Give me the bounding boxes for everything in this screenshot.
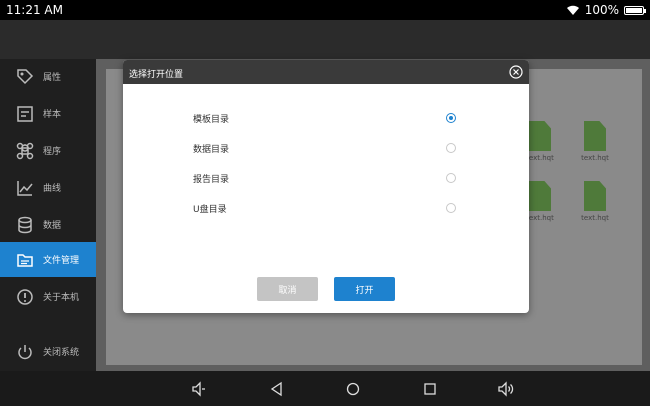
sidebar-item-file-management[interactable]: 文件管理 xyxy=(0,242,96,277)
sidebar-item-program[interactable]: 程序 xyxy=(0,133,96,168)
sidebar-item-label: 样本 xyxy=(43,110,62,120)
option-label: U盘目录 xyxy=(193,205,227,215)
option-template-dir[interactable]: 模板目录 xyxy=(123,104,529,134)
home-button[interactable] xyxy=(343,379,363,399)
sidebar-item-label: 属性 xyxy=(43,73,62,83)
open-location-dialog: 选择打开位置 模板目录 数据目录 报告目录 U盘目录 取消 打开 xyxy=(123,60,529,313)
dialog-title: 选择打开位置 xyxy=(129,70,184,80)
sidebar-item-label: 程序 xyxy=(43,147,62,157)
chart-line-icon xyxy=(17,180,33,196)
sidebar-item-properties[interactable]: 属性 xyxy=(0,59,96,94)
status-time: 11:21 AM xyxy=(6,3,63,17)
info-icon xyxy=(17,288,33,305)
sidebar-item-sample[interactable]: 样本 xyxy=(0,96,96,131)
option-report-dir[interactable]: 报告目录 xyxy=(123,164,529,194)
sidebar-item-label: 关于本机 xyxy=(43,293,80,303)
option-label: 模板目录 xyxy=(193,115,230,125)
cancel-button[interactable]: 取消 xyxy=(257,277,318,301)
radio-button[interactable] xyxy=(446,113,456,123)
file-icon xyxy=(584,181,606,211)
recents-button[interactable] xyxy=(420,379,440,399)
sidebar-item-label: 数据 xyxy=(43,221,62,231)
back-button[interactable] xyxy=(267,379,287,399)
battery-percent: 100% xyxy=(584,3,619,17)
sidebar-item-about[interactable]: 关于本机 xyxy=(0,279,96,314)
tag-icon xyxy=(17,68,34,84)
battery-icon xyxy=(624,5,646,15)
recents-icon xyxy=(424,383,436,395)
volume-down-icon xyxy=(192,381,205,397)
folder-icon xyxy=(17,253,33,267)
sidebar-item-label: 文件管理 xyxy=(43,256,80,266)
close-icon[interactable] xyxy=(509,65,523,79)
volume-up-icon xyxy=(498,381,514,397)
file-name: text.hqt xyxy=(581,214,609,222)
file-name: text.hqt xyxy=(526,214,554,222)
sidebar-item-label: 曲线 xyxy=(43,184,62,194)
file-icon xyxy=(529,181,551,211)
volume-down-button[interactable] xyxy=(189,379,209,399)
sidebar-item-data[interactable]: 数据 xyxy=(0,207,96,242)
wifi-icon xyxy=(566,5,579,15)
radio-button[interactable] xyxy=(446,203,456,213)
database-icon xyxy=(18,216,32,233)
radio-button[interactable] xyxy=(446,143,456,153)
navigation-bar xyxy=(0,371,650,406)
app-bar xyxy=(0,20,650,59)
file-icon xyxy=(529,121,551,151)
file-item[interactable]: text.hqt xyxy=(575,181,615,222)
back-icon xyxy=(270,381,282,397)
command-icon xyxy=(16,142,34,159)
status-bar: 11:21 AM 100% xyxy=(0,0,650,20)
sample-icon xyxy=(17,105,33,122)
option-label: 报告目录 xyxy=(193,175,230,185)
file-name: text.hqt xyxy=(581,154,609,162)
sidebar-item-label: 关闭系统 xyxy=(43,348,80,358)
option-label: 数据目录 xyxy=(193,145,230,155)
file-item[interactable]: text.hqt xyxy=(575,121,615,162)
sidebar-item-curve[interactable]: 曲线 xyxy=(0,170,96,205)
home-icon xyxy=(346,382,360,396)
power-icon xyxy=(18,344,32,359)
volume-up-button[interactable] xyxy=(496,379,516,399)
sidebar: 属性 样本 程序 曲线 数据 文件管理 关于本机 关闭系统 xyxy=(0,59,96,371)
open-button[interactable]: 打开 xyxy=(334,277,395,301)
option-usb-dir[interactable]: U盘目录 xyxy=(123,194,529,224)
dialog-header: 选择打开位置 xyxy=(123,60,529,84)
file-icon xyxy=(584,121,606,151)
sidebar-item-shutdown[interactable]: 关闭系统 xyxy=(0,334,96,369)
radio-button[interactable] xyxy=(446,173,456,183)
option-data-dir[interactable]: 数据目录 xyxy=(123,134,529,164)
file-name: text.hqt xyxy=(526,154,554,162)
